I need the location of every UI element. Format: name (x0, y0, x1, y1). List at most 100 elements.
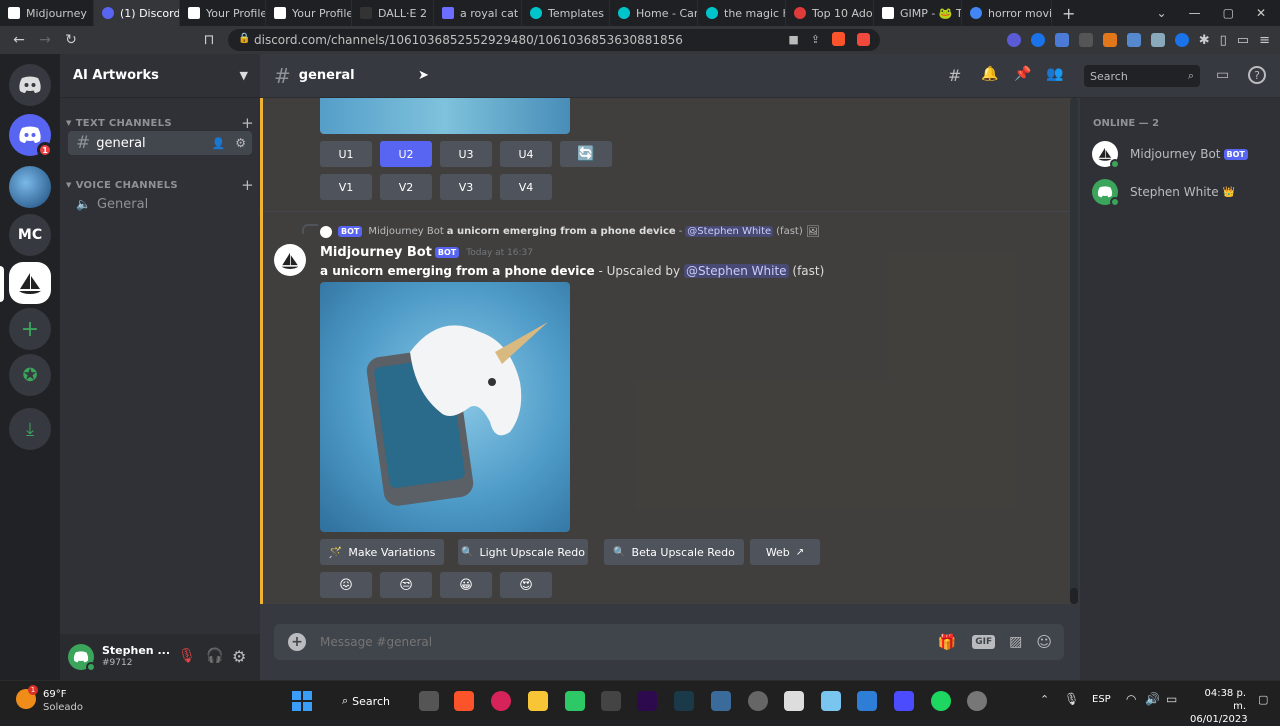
upscaled-image[interactable] (320, 282, 570, 532)
puzzle-extensions-icon[interactable]: ✱ (1199, 33, 1210, 48)
translate-extension-icon[interactable] (1054, 33, 1069, 47)
download-apps-icon[interactable]: ⤓ (9, 408, 51, 450)
add-attachment-icon[interactable]: + (288, 633, 306, 651)
microphone-icon[interactable]: 🎙 (1064, 692, 1079, 706)
camera-icon[interactable]: ■ (788, 33, 798, 46)
app-icon[interactable] (601, 691, 621, 711)
user-settings-gear-icon[interactable]: ⚙ (232, 647, 246, 666)
code-extension-icon[interactable] (1078, 33, 1093, 47)
brave-app-icon[interactable] (454, 691, 474, 711)
browser-tab-gimp[interactable]: GIMP - 🐸 T (874, 0, 962, 26)
wifi-icon[interactable]: ◠ (1126, 692, 1136, 706)
browser-tab-magic[interactable]: the magic ha (698, 0, 786, 26)
battery-icon[interactable]: ▭ (1166, 692, 1177, 706)
server-discord-icon[interactable]: 1 (9, 114, 53, 158)
make-variations-button[interactable]: 🪄 Make Variations (320, 539, 444, 565)
search-box[interactable]: Search ⌕ (1084, 65, 1200, 87)
sidebar-icon[interactable]: ▯ (1220, 33, 1227, 48)
spotify-app-icon[interactable] (931, 691, 951, 711)
reload-icon[interactable]: ↻ (58, 32, 84, 48)
pin-icon[interactable]: 📌 (1014, 66, 1031, 82)
task-view-icon[interactable] (419, 691, 439, 711)
share-icon[interactable]: ⇪ (811, 33, 820, 46)
discord-home-icon[interactable] (9, 64, 51, 106)
metamask-extension-icon[interactable] (1102, 33, 1117, 47)
store-app-icon[interactable] (857, 691, 877, 711)
minimize-icon[interactable]: — (1189, 6, 1201, 20)
threads-icon[interactable]: # (948, 66, 961, 85)
server-whale-icon[interactable] (9, 166, 51, 208)
avatar[interactable] (274, 244, 306, 276)
app-icon[interactable] (674, 691, 694, 711)
browser-tab-dalle[interactable]: DALL·E 2 (352, 0, 434, 26)
browser-tab-top10[interactable]: Top 10 Adob (786, 0, 874, 26)
user-mention[interactable]: @Stephen White (683, 264, 789, 278)
upscale-button-u2[interactable]: U2 (380, 141, 432, 167)
extension-icon[interactable] (1030, 33, 1045, 47)
chevron-up-icon[interactable]: ⌃ (1040, 693, 1049, 706)
reply-preview[interactable]: BOT Midjourney Bot a unicorn emerging fr… (320, 225, 820, 238)
affinity-app-icon[interactable] (894, 691, 914, 711)
explore-servers-icon[interactable]: ✪ (9, 354, 51, 396)
premiere-app-icon[interactable] (637, 691, 657, 711)
bookmark-icon[interactable]: ⊓ (196, 32, 222, 48)
app-icon[interactable] (711, 691, 731, 711)
app-icon[interactable] (748, 691, 768, 711)
variation-button-v2[interactable]: V2 (380, 174, 432, 200)
close-window-icon[interactable]: ✕ (1256, 6, 1266, 20)
tab-search-icon[interactable]: ⌄ (1157, 6, 1167, 20)
browser-tab-your-profile-2[interactable]: Your Profile (266, 0, 352, 26)
add-server-icon[interactable]: + (9, 308, 51, 350)
upscale-button-u3[interactable]: U3 (440, 141, 492, 167)
member-item[interactable]: Stephen White 👑 (1092, 176, 1272, 208)
avatar[interactable] (68, 644, 96, 672)
system-clock[interactable]: 04:38 p. m. 06/01/2023 (1190, 687, 1248, 726)
variation-button-v1[interactable]: V1 (320, 174, 372, 200)
reroll-icon[interactable]: 🔄 (560, 141, 612, 167)
rate-reaction-button[interactable]: 😍 (500, 572, 552, 598)
upscale-button-u4[interactable]: U4 (500, 141, 552, 167)
browser-tab-canva-home[interactable]: Home - Canv (610, 0, 698, 26)
windows-start-icon[interactable] (292, 691, 312, 711)
message-author[interactable]: Midjourney Bot (320, 245, 432, 260)
opera-app-icon[interactable] (491, 691, 511, 711)
new-tab-icon[interactable]: + (1052, 4, 1085, 23)
brave-rewards-icon[interactable] (857, 32, 870, 46)
browser-tab-your-profile[interactable]: Your Profile (180, 0, 266, 26)
gear-icon[interactable]: ⚙ (235, 136, 246, 150)
upscale-button-u1[interactable]: U1 (320, 141, 372, 167)
menu-icon[interactable]: ≡ (1259, 33, 1270, 48)
browser-tab-discord[interactable]: (1) Discord✕ (94, 0, 180, 26)
channel-item-general[interactable]: # general 👤 ⚙ (68, 131, 252, 155)
channel-item-voice-general[interactable]: 🔈 General (68, 192, 252, 216)
mute-mic-icon[interactable]: 🎙 (178, 648, 196, 664)
rate-reaction-button[interactable]: 😖 (320, 572, 372, 598)
scrollbar-track[interactable] (1070, 98, 1078, 604)
back-icon[interactable]: ← (6, 32, 32, 48)
brave-shield-icon[interactable] (832, 32, 845, 46)
gift-icon[interactable]: 🎁 (938, 633, 957, 651)
rate-reaction-button[interactable]: 😒 (380, 572, 432, 598)
maximize-icon[interactable]: ▢ (1223, 6, 1234, 20)
file-explorer-icon[interactable] (528, 691, 548, 711)
browser-tab-templates[interactable]: Templates (522, 0, 610, 26)
app-icon[interactable] (821, 691, 841, 711)
message-input[interactable] (320, 635, 938, 649)
gif-button[interactable]: GIF (972, 635, 996, 649)
camtasia-app-icon[interactable] (565, 691, 585, 711)
browser-tab-royal-cat[interactable]: a royal cat ri (434, 0, 522, 26)
settings-app-icon[interactable] (967, 691, 987, 711)
capcut-app-icon[interactable] (784, 691, 804, 711)
extension-icon[interactable] (1174, 33, 1189, 47)
extension-icon[interactable] (1006, 33, 1021, 47)
forward-icon[interactable]: → (32, 32, 58, 48)
server-ai-artworks-icon[interactable] (9, 262, 51, 304)
light-upscale-redo-button[interactable]: 🔍 Light Upscale Redo (458, 539, 588, 565)
help-icon[interactable]: ? (1248, 66, 1266, 84)
browser-tab-midjourney[interactable]: Midjourney (0, 0, 94, 26)
address-bar[interactable]: 🔒 discord.com/channels/10610368525529294… (228, 29, 880, 51)
rate-reaction-button[interactable]: 😀 (440, 572, 492, 598)
weather-widget[interactable]: 69°F Soleado (43, 688, 83, 714)
create-channel-icon[interactable]: + (241, 114, 254, 132)
browser-tab-horror[interactable]: horror movie (962, 0, 1052, 26)
